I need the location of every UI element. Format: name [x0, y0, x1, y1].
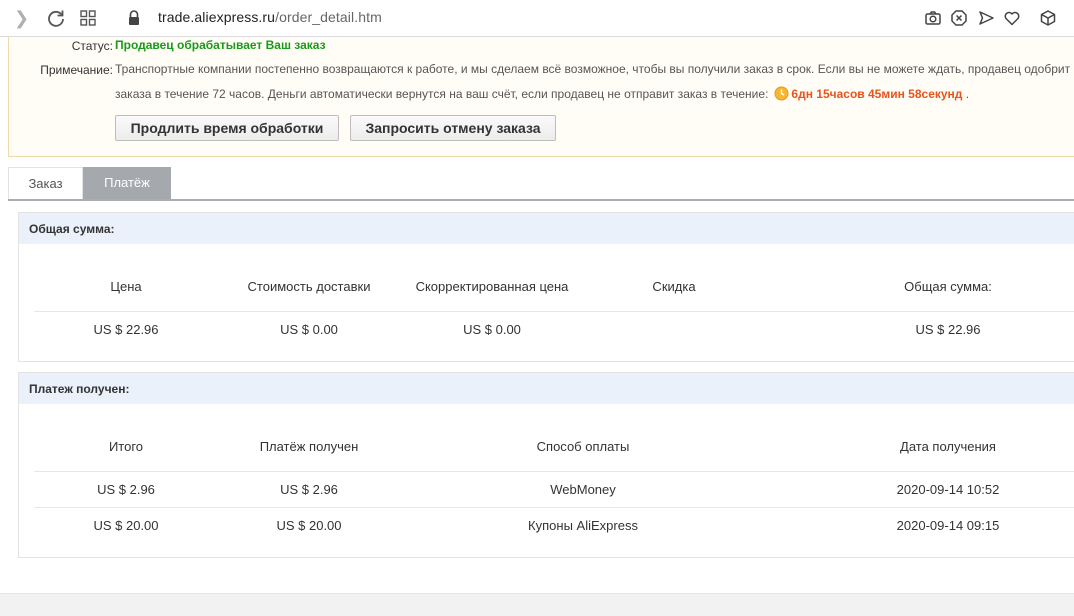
payment-section-title: Платеж получен: [19, 373, 1074, 404]
column-header-payment-method: Способ оплаты [536, 439, 630, 454]
status-label: Статус: [71, 39, 113, 53]
lock-icon[interactable] [127, 9, 141, 27]
column-header-total: Общая сумма: [904, 279, 992, 294]
url-path: /order_detail.htm [275, 9, 382, 25]
divider [34, 311, 1074, 312]
countdown-timer: 6дн 15часов 45мин 58секунд [791, 87, 963, 101]
send-icon[interactable] [977, 9, 995, 27]
payment-received-section: Платеж получен: Итого Платёж получен Спо… [18, 372, 1074, 558]
column-header-shipping: Стоимость доставки [247, 279, 371, 294]
value-price: US $ 22.96 [93, 322, 159, 337]
note-text-line2: заказа в течение 72 часов. Деньги автома… [115, 86, 969, 101]
countdown-suffix: . [962, 87, 970, 101]
value-adjusted-price: US $ 0.00 [463, 322, 521, 337]
column-header-payment-received: Платёж получен [259, 439, 359, 454]
heart-icon[interactable] [1003, 9, 1021, 27]
tab-grid-icon[interactable] [79, 9, 97, 27]
block-icon[interactable] [950, 9, 968, 27]
page-footer-band [0, 593, 1074, 616]
timer-icon [774, 86, 789, 101]
row-method: WebMoney [550, 482, 616, 497]
row-method: Купоны AliExpress [528, 518, 638, 533]
camera-icon[interactable] [924, 9, 942, 27]
divider [34, 507, 1074, 508]
column-header-adjusted-price: Скорректированная цена [415, 279, 569, 294]
row-total: US $ 2.96 [97, 482, 155, 497]
divider [34, 471, 1074, 472]
url-host: trade.aliexpress.ru [158, 9, 276, 25]
value-shipping: US $ 0.00 [280, 322, 338, 337]
column-header-received-date: Дата получения [900, 439, 996, 454]
row-date: 2020-09-14 09:15 [896, 518, 1000, 533]
note-text-line2-body: заказа в течение 72 часов. Деньги автома… [115, 87, 769, 101]
row-received: US $ 2.96 [280, 482, 338, 497]
note-text-line1: Транспортные компании постепенно возвращ… [115, 62, 1071, 76]
row-total: US $ 20.00 [93, 518, 159, 533]
cube-icon[interactable] [1039, 9, 1057, 27]
order-tabs: Заказ Платёж [8, 167, 1074, 201]
note-label: Примечание: [40, 63, 113, 77]
tab-order[interactable]: Заказ [8, 167, 83, 199]
forward-icon[interactable]: ❯ [14, 8, 34, 28]
column-header-price: Цена [110, 279, 142, 294]
request-cancel-button[interactable]: Запросить отмену заказа [350, 115, 556, 141]
total-section-title: Общая сумма: [19, 213, 1074, 244]
browser-toolbar: ❯ trade.aliexpress.ru/order_detail.htm [0, 0, 1074, 37]
column-header-total-amount: Итого [108, 439, 144, 454]
reload-icon[interactable] [46, 8, 66, 28]
column-header-discount: Скидка [652, 279, 696, 294]
order-status-panel: Статус: Продавец обрабатывает Ваш заказ … [8, 37, 1074, 157]
extend-processing-button[interactable]: Продлить время обработки [115, 115, 339, 141]
total-amount-section: Общая сумма: Цена Стоимость доставки Ско… [18, 212, 1074, 362]
row-date: 2020-09-14 10:52 [896, 482, 1000, 497]
row-received: US $ 20.00 [276, 518, 342, 533]
tab-payment[interactable]: Платёж [83, 167, 171, 199]
value-total: US $ 22.96 [915, 322, 981, 337]
address-bar[interactable]: trade.aliexpress.ru/order_detail.htm [158, 9, 382, 25]
status-value: Продавец обрабатывает Ваш заказ [115, 38, 326, 52]
